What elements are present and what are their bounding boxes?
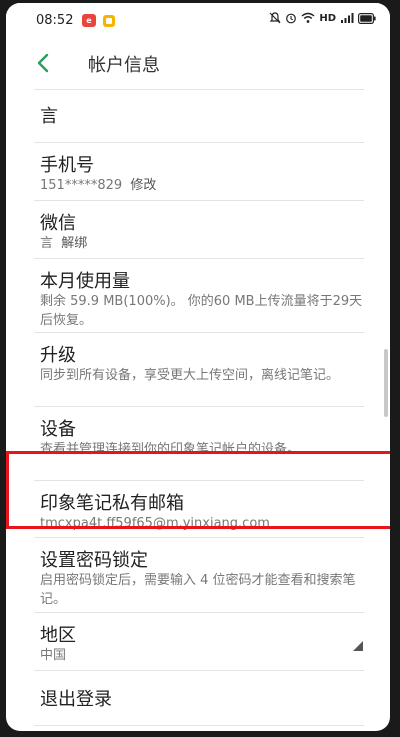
row-username[interactable]: 言: [34, 90, 364, 143]
region-value: 中国: [40, 648, 67, 663]
upgrade-desc: 同步到所有设备，享受更大上传空间，离线记笔记。: [40, 368, 340, 383]
row-usage[interactable]: 本月使用量 剩余 59.9 MB(100%)。 你的60 MB上传流量将于29天…: [34, 259, 364, 333]
battery-icon: [358, 12, 376, 24]
mute-icon: [269, 12, 281, 24]
row-wechat[interactable]: 微信 言 解绑: [34, 201, 364, 259]
row-private-email[interactable]: 印象笔记私有邮箱 tmcxpa4t.ff59f65@m.yinxiang.com: [34, 481, 364, 538]
row-upgrade[interactable]: 升级 同步到所有设备，享受更大上传空间，离线记笔记。: [34, 333, 364, 407]
phone-screen: 08:52 e HD 帐户信息 言 手机号 151*****829 修改 微信 …: [6, 3, 390, 731]
logout-label: 退出登录: [40, 689, 112, 710]
phone-number: 151*****829: [40, 178, 123, 193]
app-header: 帐户信息: [6, 41, 390, 87]
status-bar: 08:52 e HD: [6, 3, 390, 41]
email-title: 印象笔记私有邮箱: [40, 493, 184, 514]
wechat-unbind-link[interactable]: 解绑: [61, 236, 87, 251]
notification-app-icon: e: [82, 14, 96, 27]
usage-title: 本月使用量: [40, 271, 130, 292]
row-logout[interactable]: 退出登录: [34, 671, 364, 726]
network-label: HD: [319, 12, 336, 24]
devices-title: 设备: [40, 419, 76, 440]
upgrade-title: 升级: [40, 345, 76, 366]
scrollbar[interactable]: [384, 349, 388, 417]
phone-value-line: 151*****829 修改: [40, 176, 364, 195]
email-value: tmcxpa4t.ff59f65@m.yinxiang.com: [40, 516, 270, 531]
signal-icon: [340, 12, 354, 24]
dropdown-triangle-icon[interactable]: [352, 637, 364, 651]
phone-title: 手机号: [40, 155, 94, 176]
wechat-value-line: 言 解绑: [40, 234, 364, 253]
page-title: 帐户信息: [88, 55, 160, 76]
phone-edit-link[interactable]: 修改: [130, 178, 156, 193]
wechat-name: 言: [40, 236, 54, 251]
wifi-icon: [301, 12, 315, 24]
wechat-title: 微信: [40, 213, 76, 234]
devices-desc: 查看并管理连接到你的印象笔记帐户的设备。: [40, 442, 301, 457]
usage-desc: 剩余 59.9 MB(100%)。 你的60 MB上传流量将于29天后恢复。: [40, 294, 363, 328]
row-region[interactable]: 地区 中国: [34, 613, 364, 671]
status-icons: HD: [269, 12, 376, 24]
notification-app2-icon: [102, 13, 116, 27]
alarm-icon: [285, 12, 297, 24]
back-arrow-icon[interactable]: [32, 51, 56, 75]
passcode-title: 设置密码锁定: [40, 550, 148, 571]
row-devices[interactable]: 设备 查看并管理连接到你的印象笔记帐户的设备。: [34, 407, 364, 481]
region-title: 地区: [40, 625, 76, 646]
status-time: 08:52: [36, 13, 74, 28]
row-phone[interactable]: 手机号 151*****829 修改: [34, 143, 364, 201]
username-label: 言: [40, 106, 58, 127]
passcode-desc: 启用密码锁定后，需要输入 4 位密码才能查看和搜索笔记。: [40, 573, 356, 607]
row-passcode-lock[interactable]: 设置密码锁定 启用密码锁定后，需要输入 4 位密码才能查看和搜索笔记。: [34, 538, 364, 613]
account-info-list: 言 手机号 151*****829 修改 微信 言 解绑 本月使用量 剩余 59…: [6, 89, 390, 731]
